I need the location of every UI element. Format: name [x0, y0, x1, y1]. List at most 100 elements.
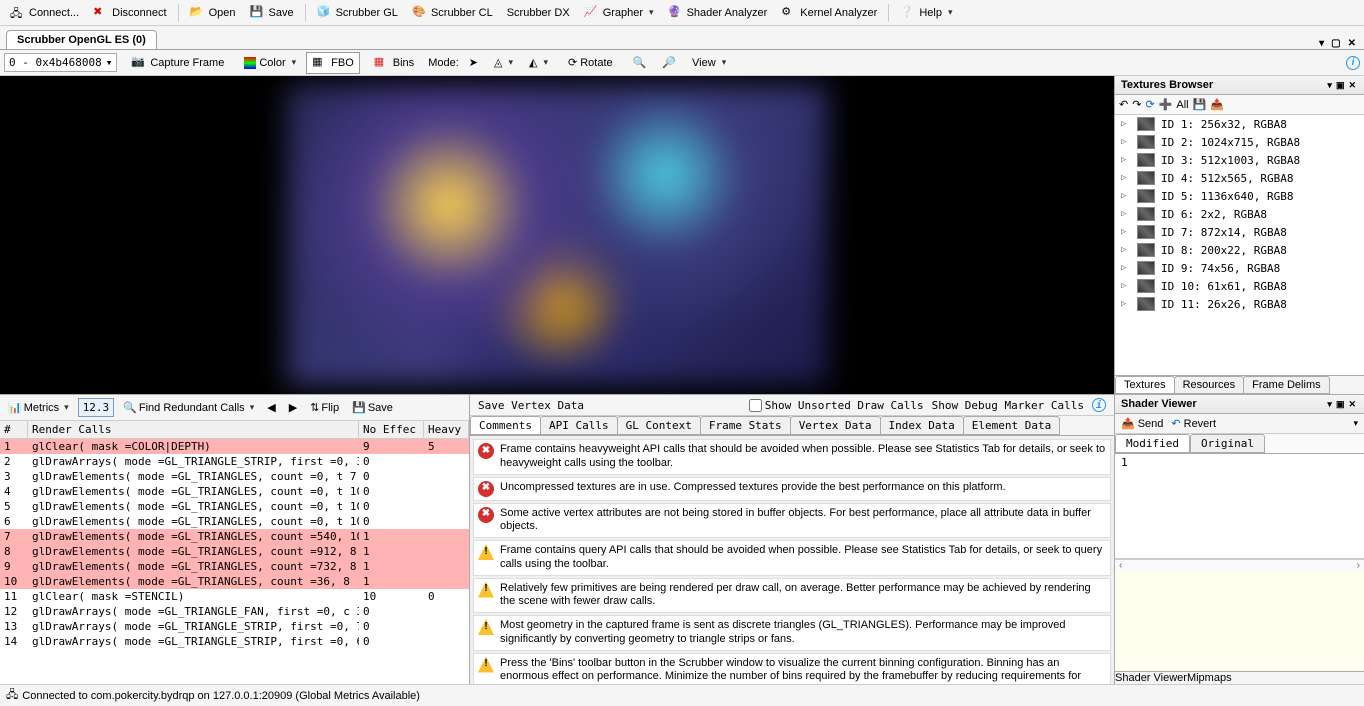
texture-row[interactable]: ▷ID 1: 256x32, RGBA8: [1115, 115, 1364, 133]
textures-list[interactable]: ▷ID 1: 256x32, RGBA8▷ID 2: 1024x715, RGB…: [1115, 115, 1364, 375]
expand-icon[interactable]: ▷: [1121, 119, 1131, 129]
modified-tab[interactable]: Modified: [1115, 434, 1190, 453]
export-icon[interactable]: 📤: [1210, 98, 1224, 111]
info-icon[interactable]: i: [1346, 56, 1360, 70]
pin-icon[interactable]: ▾: [1325, 80, 1334, 90]
capture-frame-button[interactable]: 📷Capture Frame: [125, 52, 230, 74]
element-data-tab[interactable]: Element Data: [963, 416, 1060, 435]
grapher-menu[interactable]: 📈Grapher: [578, 3, 660, 23]
color-button[interactable]: Color: [238, 54, 302, 72]
shader-editor[interactable]: 1: [1115, 454, 1364, 559]
scrubber-gl-menu[interactable]: 🧊Scrubber GL: [311, 3, 404, 23]
texture-row[interactable]: ▷ID 7: 872x14, RGBA8: [1115, 223, 1364, 241]
expand-icon[interactable]: ▾: [1353, 418, 1358, 429]
original-tab[interactable]: Original: [1190, 434, 1265, 453]
table-row[interactable]: 11glClear( mask =STENCIL)100: [0, 589, 469, 604]
table-row[interactable]: 4glDrawElements( mode =GL_TRIANGLES, cou…: [0, 484, 469, 499]
scrubber-dx-menu[interactable]: Scrubber DX: [501, 5, 576, 21]
api-calls-tab[interactable]: API Calls: [540, 416, 618, 435]
zoom-in-button[interactable]: 🔎: [656, 53, 682, 72]
nav-fwd-icon[interactable]: ↷: [1132, 98, 1141, 111]
show-unsorted-checkbox[interactable]: Show Unsorted Draw Calls: [749, 399, 924, 412]
table-row[interactable]: 5glDrawElements( mode =GL_TRIANGLES, cou…: [0, 499, 469, 514]
frame-delims-tab[interactable]: Frame Delims: [1243, 376, 1329, 394]
minimize-icon[interactable]: ▾: [1317, 38, 1326, 49]
disconnect-menu[interactable]: ✖Disconnect: [87, 3, 172, 23]
shader-scrollbar[interactable]: ‹›: [1115, 559, 1364, 571]
dock-icon[interactable]: ▣: [1334, 399, 1347, 409]
prev-button[interactable]: ◀: [263, 399, 279, 416]
mipmaps-tab[interactable]: Mipmaps: [1187, 672, 1232, 684]
table-row[interactable]: 2glDrawArrays( mode =GL_TRIANGLE_STRIP, …: [0, 454, 469, 469]
next-button[interactable]: ▶: [285, 399, 301, 416]
comments-list[interactable]: ✖Frame contains heavyweight API calls th…: [470, 436, 1114, 684]
comment-item[interactable]: !Frame contains query API calls that sho…: [473, 540, 1111, 576]
texture-row[interactable]: ▷ID 6: 2x2, RGBA8: [1115, 205, 1364, 223]
show-debug-checkbox[interactable]: Show Debug Marker Calls: [932, 399, 1084, 412]
scrubber-cl-menu[interactable]: 🎨Scrubber CL: [406, 3, 499, 23]
connect-menu[interactable]: 🖧Connect...: [4, 3, 85, 23]
expand-icon[interactable]: ▷: [1121, 191, 1131, 201]
add-icon[interactable]: ➕: [1159, 98, 1173, 111]
vertex-data-tab[interactable]: Vertex Data: [790, 416, 881, 435]
texture-row[interactable]: ▷ID 4: 512x565, RGBA8: [1115, 169, 1364, 187]
flip-button[interactable]: ⇅Flip: [306, 399, 343, 416]
expand-icon[interactable]: ▷: [1121, 263, 1131, 273]
frame-stats-tab[interactable]: Frame Stats: [700, 416, 791, 435]
table-row[interactable]: 7glDrawElements( mode =GL_TRIANGLES, cou…: [0, 529, 469, 544]
metrics-dropdown[interactable]: 📊Metrics: [4, 399, 73, 416]
comment-item[interactable]: !Press the 'Bins' toolbar button in the …: [473, 653, 1111, 685]
comment-item[interactable]: !Relatively few primitives are being ren…: [473, 578, 1111, 614]
table-row[interactable]: 13glDrawArrays( mode =GL_TRIANGLE_STRIP,…: [0, 619, 469, 634]
table-row[interactable]: 3glDrawElements( mode =GL_TRIANGLES, cou…: [0, 469, 469, 484]
close-panel-icon[interactable]: ✕: [1346, 80, 1358, 90]
gl-context-tab[interactable]: GL Context: [617, 416, 701, 435]
comment-item[interactable]: ✖Frame contains heavyweight API calls th…: [473, 439, 1111, 475]
texture-row[interactable]: ▷ID 5: 1136x640, RGB8: [1115, 187, 1364, 205]
shader-analyzer-menu[interactable]: 🔮Shader Analyzer: [662, 3, 774, 23]
table-row[interactable]: 1glClear( mask =COLOR|DEPTH)95: [0, 439, 469, 454]
textures-tab[interactable]: Textures: [1115, 376, 1175, 394]
send-button[interactable]: 📤Send: [1121, 417, 1163, 430]
save-calls-button[interactable]: 💾Save: [348, 399, 397, 416]
shader-viewer-tab[interactable]: Shader Viewer: [1115, 672, 1187, 684]
texture-row[interactable]: ▷ID 8: 200x22, RGBA8: [1115, 241, 1364, 259]
col-heavy[interactable]: Heavy: [424, 421, 469, 438]
comment-item[interactable]: !Most geometry in the captured frame is …: [473, 615, 1111, 651]
revert-button[interactable]: ↶Revert: [1171, 417, 1216, 430]
texture-row[interactable]: ▷ID 11: 26x26, RGBA8: [1115, 295, 1364, 313]
mode-cursor-button[interactable]: ➤: [463, 53, 484, 72]
texture-row[interactable]: ▷ID 9: 74x56, RGBA8: [1115, 259, 1364, 277]
info-icon[interactable]: i: [1092, 398, 1106, 412]
rotate-button[interactable]: ⟳Rotate: [562, 53, 619, 72]
close-icon[interactable]: ✕: [1346, 38, 1358, 49]
expand-icon[interactable]: ▷: [1121, 281, 1131, 291]
comment-item[interactable]: ✖Some active vertex attributes are not b…: [473, 503, 1111, 539]
table-row[interactable]: 12glDrawArrays( mode =GL_TRIANGLE_FAN, f…: [0, 604, 469, 619]
dock-icon[interactable]: ▣: [1334, 80, 1347, 90]
save-menu[interactable]: 💾Save: [243, 3, 299, 23]
table-row[interactable]: 14glDrawArrays( mode =GL_TRIANGLE_STRIP,…: [0, 634, 469, 649]
resources-tab[interactable]: Resources: [1174, 376, 1245, 394]
find-redundant-button[interactable]: 🔍Find Redundant Calls: [119, 399, 258, 416]
nav-back-icon[interactable]: ↶: [1119, 98, 1128, 111]
help-menu[interactable]: ❔Help: [894, 3, 958, 23]
comment-item[interactable]: ✖Uncompressed textures are in use. Compr…: [473, 477, 1111, 501]
metrics-badge[interactable]: 12.3: [78, 398, 115, 417]
col-no-effect[interactable]: No Effec: [359, 421, 424, 438]
scrubber-tab[interactable]: Scrubber OpenGL ES (0): [6, 30, 157, 49]
table-row[interactable]: 9glDrawElements( mode =GL_TRIANGLES, cou…: [0, 559, 469, 574]
pin-icon[interactable]: ▾: [1325, 399, 1334, 409]
texture-row[interactable]: ▷ID 10: 61x61, RGBA8: [1115, 277, 1364, 295]
expand-icon[interactable]: ▷: [1121, 155, 1131, 165]
texture-row[interactable]: ▷ID 2: 1024x715, RGBA8: [1115, 133, 1364, 151]
save-tex-icon[interactable]: 💾: [1193, 98, 1207, 111]
view-button[interactable]: View: [686, 54, 732, 72]
calls-table-body[interactable]: 1glClear( mask =COLOR|DEPTH)952glDrawArr…: [0, 439, 469, 684]
table-row[interactable]: 10glDrawElements( mode =GL_TRIANGLES, co…: [0, 574, 469, 589]
close-panel-icon[interactable]: ✕: [1346, 399, 1358, 409]
expand-icon[interactable]: ▷: [1121, 173, 1131, 183]
expand-icon[interactable]: ▷: [1121, 227, 1131, 237]
zoom-out-button[interactable]: 🔍: [627, 53, 653, 72]
fbo-button[interactable]: ▦FBO: [306, 52, 360, 74]
